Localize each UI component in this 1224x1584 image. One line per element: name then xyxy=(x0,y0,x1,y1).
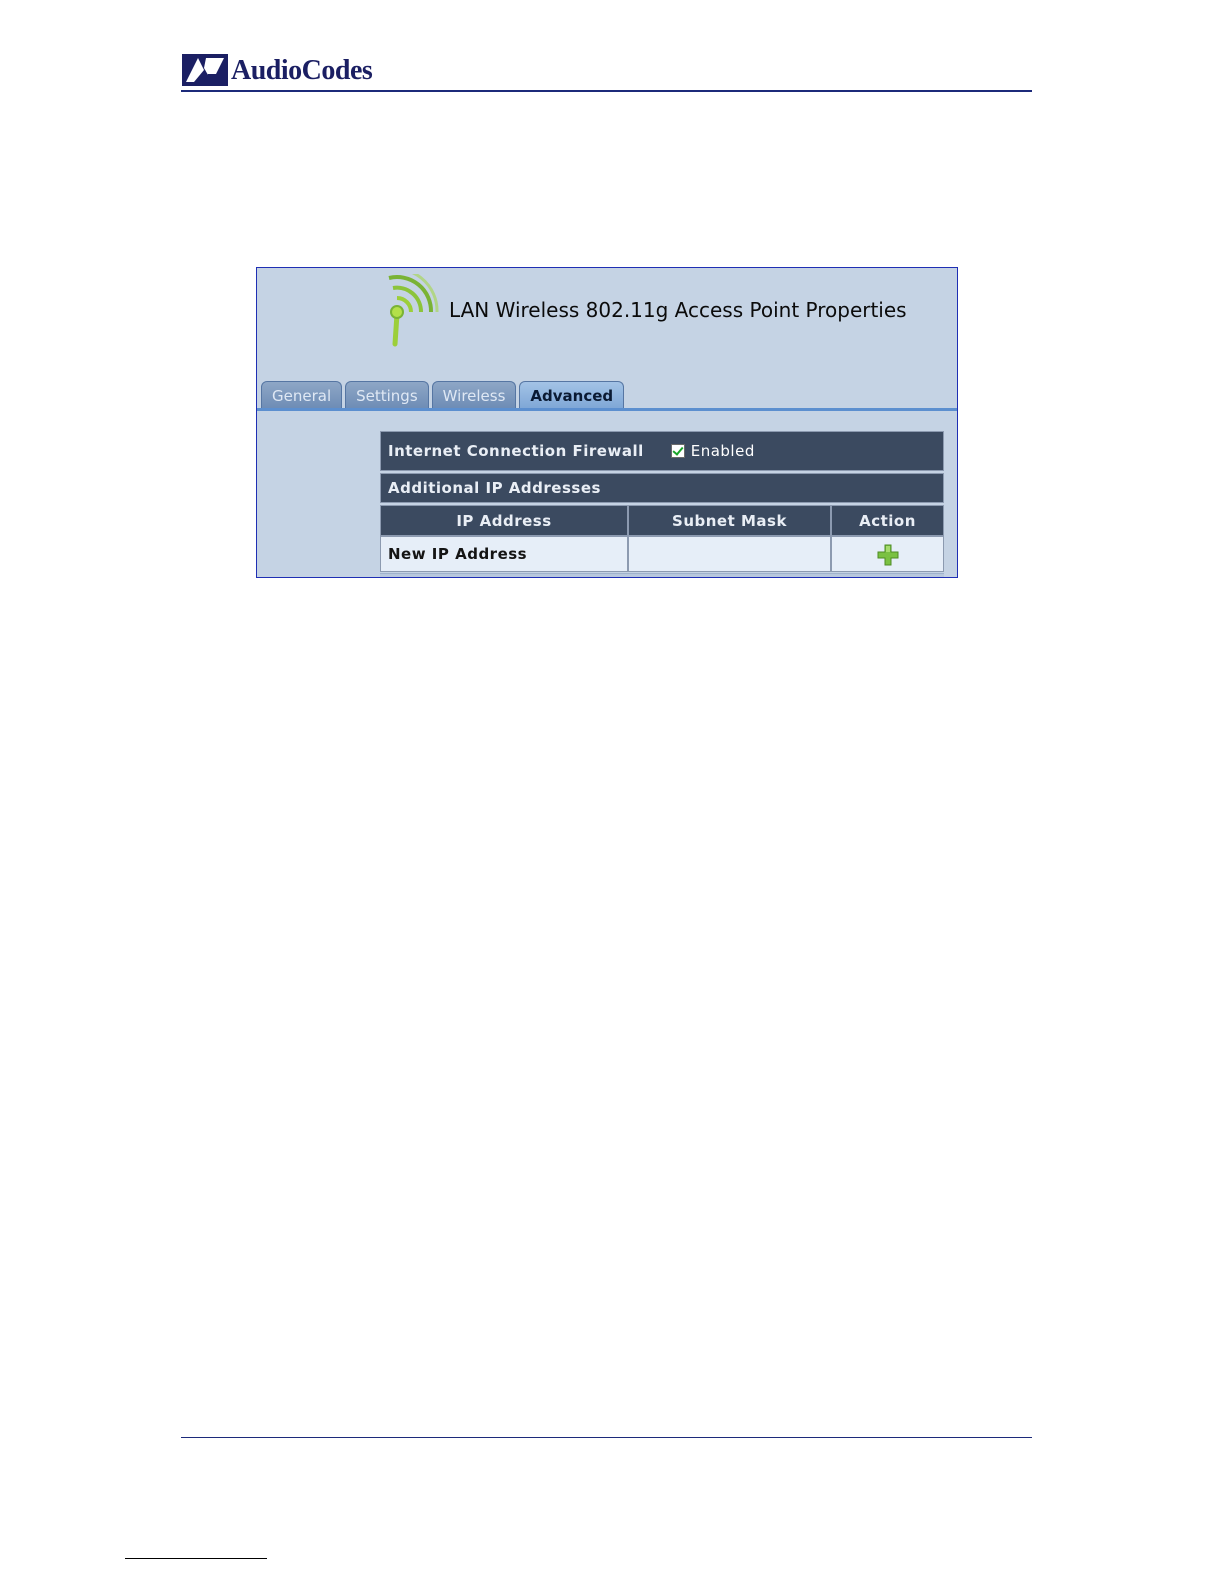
firewall-enabled-label: Enabled xyxy=(690,442,755,460)
additional-ip-table: IP Address Subnet Mask Action New IP Add… xyxy=(380,505,944,572)
table-row: New IP Address xyxy=(380,536,944,572)
firewall-label: Internet Connection Firewall xyxy=(388,442,644,460)
audiocodes-logo-icon xyxy=(182,54,228,86)
table-header-row: IP Address Subnet Mask Action xyxy=(380,505,944,536)
footnote-rule xyxy=(125,1558,267,1559)
tab-advanced[interactable]: Advanced xyxy=(519,381,625,409)
tab-wireless[interactable]: Wireless xyxy=(431,381,517,409)
header-rule xyxy=(181,90,1032,92)
new-ip-address-link[interactable]: New IP Address xyxy=(380,536,628,572)
wireless-antenna-icon xyxy=(388,274,439,347)
subnet-mask-cell xyxy=(628,536,831,572)
table-continuation-strip xyxy=(380,573,944,577)
page-title: LAN Wireless 802.11g Access Point Proper… xyxy=(449,298,907,322)
column-header-ip-address: IP Address xyxy=(380,505,628,536)
action-cell xyxy=(831,536,944,572)
access-point-properties-screenshot: LAN Wireless 802.11g Access Point Proper… xyxy=(256,267,958,578)
audiocodes-logo: AudioCodes xyxy=(182,52,373,86)
footer-rule xyxy=(181,1437,1032,1438)
brand-name: AudioCodes xyxy=(231,55,373,86)
firewall-enabled-checkbox[interactable] xyxy=(670,444,685,458)
firewall-row: Internet Connection Firewall Enabled xyxy=(380,431,944,471)
firewall-enabled-toggle[interactable]: Enabled xyxy=(670,442,755,460)
additional-ip-header: Additional IP Addresses xyxy=(380,473,944,503)
column-header-subnet-mask: Subnet Mask xyxy=(628,505,831,536)
add-icon[interactable] xyxy=(876,543,900,567)
tab-underline xyxy=(257,408,957,411)
tab-bar: General Settings Wireless Advanced xyxy=(261,381,627,409)
column-header-action: Action xyxy=(831,505,944,536)
additional-ip-label: Additional IP Addresses xyxy=(388,479,601,497)
tab-settings[interactable]: Settings xyxy=(345,381,429,409)
tab-general[interactable]: General xyxy=(261,381,343,409)
